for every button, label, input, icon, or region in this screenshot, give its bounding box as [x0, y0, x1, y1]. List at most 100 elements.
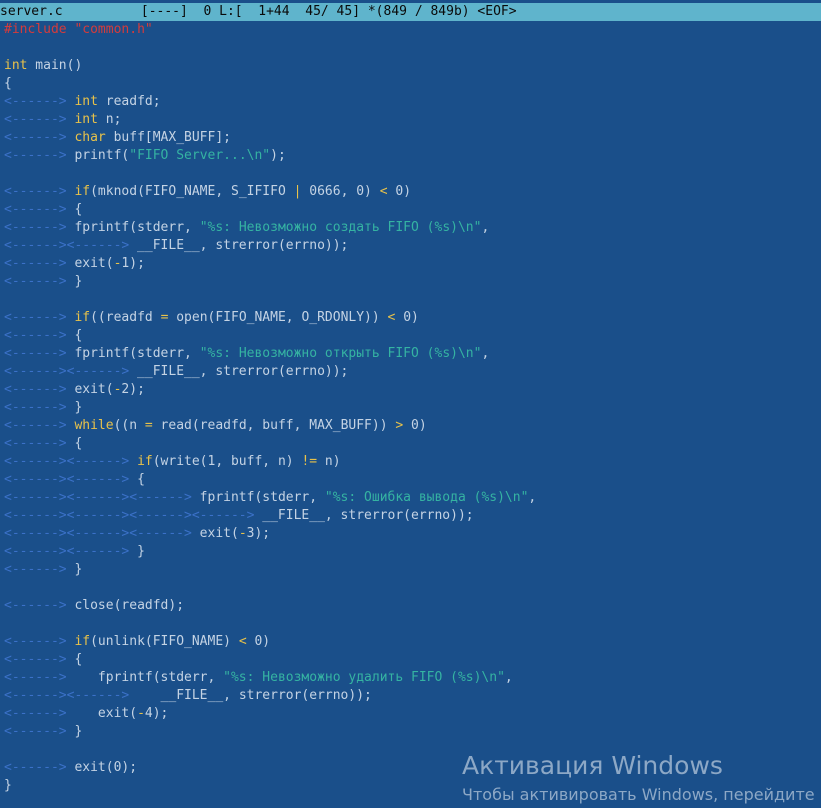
code-line[interactable] — [0, 39, 821, 57]
code-token: open(FIFO_NAME, O_RDONLY)) — [168, 310, 388, 325]
tab-marker: <------> — [4, 382, 75, 397]
code-line[interactable]: <------> } — [0, 723, 821, 741]
code-line[interactable]: #include "common.h" — [0, 21, 821, 39]
tab-marker: <------> — [4, 400, 75, 415]
tab-marker: <------> — [4, 310, 75, 325]
code-line[interactable]: <------> printf("FIFO Server...\n"); — [0, 147, 821, 165]
code-line[interactable]: <------> fprintf(stderr, "%s: Невозможно… — [0, 669, 821, 687]
code-token: (unlink(FIFO_NAME) — [90, 634, 239, 649]
code-line[interactable]: <------> exit(-1); — [0, 255, 821, 273]
code-token: if — [137, 454, 153, 469]
tab-marker: <------> — [4, 724, 75, 739]
code-editor[interactable]: #include "common.h" int main(){<------> i… — [0, 21, 821, 807]
code-token: } — [74, 724, 83, 739]
code-token: 0666, 0) — [301, 184, 380, 199]
tab-marker: <------> — [4, 670, 98, 685]
tab-marker: <------> — [4, 256, 75, 271]
code-token: < — [238, 634, 247, 649]
code-line[interactable] — [0, 741, 821, 759]
code-line[interactable]: <------><------> if(write(1, buff, n) !=… — [0, 453, 821, 471]
tab-marker: <------> — [4, 130, 75, 145]
code-token: fprintf(stderr, — [199, 490, 325, 505]
code-line[interactable] — [0, 579, 821, 597]
code-line[interactable]: <------> exit(-2); — [0, 381, 821, 399]
tab-marker: <------><------> — [4, 238, 130, 253]
tab-marker: <------> — [4, 220, 75, 235]
code-line[interactable]: <------> fprintf(stderr, "%s: Невозможно… — [0, 219, 821, 237]
code-token: ((n — [113, 418, 145, 433]
tab-marker: <------><------><------> — [4, 526, 200, 541]
code-token: main — [27, 58, 67, 73]
code-token: { — [74, 202, 83, 217]
code-token: close(readfd); — [74, 598, 185, 613]
tab-marker: <------><------> — [4, 454, 138, 469]
code-line[interactable]: <------> char buff[MAX_BUFF]; — [0, 129, 821, 147]
code-line[interactable]: <------> close(readfd); — [0, 597, 821, 615]
code-line[interactable]: <------> exit(0); — [0, 759, 821, 777]
tab-marker: <------> — [4, 706, 98, 721]
code-line[interactable]: <------><------><------> fprintf(stderr,… — [0, 489, 821, 507]
code-token: n) — [317, 454, 341, 469]
code-line[interactable]: <------> if(mknod(FIFO_NAME, S_IFIFO | 0… — [0, 183, 821, 201]
code-line[interactable]: <------> if(unlink(FIFO_NAME) < 0) — [0, 633, 821, 651]
code-line[interactable]: <------> { — [0, 651, 821, 669]
code-line[interactable]: <------><------><------><------> __FILE_… — [0, 507, 821, 525]
code-token: () — [66, 58, 83, 73]
tab-marker: <------> — [4, 562, 75, 577]
code-line[interactable]: <------> { — [0, 327, 821, 345]
tab-marker: <------><------><------><------> — [4, 508, 263, 523]
code-line[interactable]: <------> int n; — [0, 111, 821, 129]
code-line[interactable]: <------><------> { — [0, 471, 821, 489]
code-line[interactable] — [0, 291, 821, 309]
code-token: char — [74, 130, 106, 145]
code-token: = — [144, 418, 153, 433]
tab-marker: <------> — [4, 328, 75, 343]
code-token: exit( — [199, 526, 239, 541]
code-token: 0) — [395, 310, 419, 325]
code-token: __FILE__, strerror(errno)); — [129, 238, 349, 253]
tab-marker: <------> — [4, 436, 75, 451]
code-line[interactable]: <------> int readfd; — [0, 93, 821, 111]
code-line[interactable]: <------> if((readfd = open(FIFO_NAME, O_… — [0, 309, 821, 327]
code-line[interactable]: <------> } — [0, 273, 821, 291]
code-token: #include — [4, 22, 75, 37]
tab-marker: <------> — [4, 202, 75, 217]
code-line[interactable]: <------> exit(-4); — [0, 705, 821, 723]
code-line[interactable]: <------> { — [0, 201, 821, 219]
code-line[interactable]: <------><------> __FILE__, strerror(errn… — [0, 237, 821, 255]
code-line[interactable]: <------><------> } — [0, 543, 821, 561]
code-line[interactable]: { — [0, 75, 821, 93]
code-line[interactable]: <------><------> __FILE__, strerror(errn… — [0, 363, 821, 381]
code-token: 0) — [246, 634, 271, 649]
code-line[interactable] — [0, 615, 821, 633]
tab-marker: <------><------> — [4, 544, 138, 559]
code-token: fprintf(stderr, — [74, 346, 200, 361]
tab-marker: <------> — [4, 148, 75, 163]
code-token: } — [74, 400, 83, 415]
tab-marker: <------><------> — [4, 688, 161, 703]
code-line[interactable]: <------> fprintf(stderr, "%s: Невозможно… — [0, 345, 821, 363]
code-line[interactable] — [0, 165, 821, 183]
code-line[interactable]: <------><------> __FILE__, strerror(errn… — [0, 687, 821, 705]
code-token: __FILE__, strerror(errno)); — [160, 688, 372, 703]
code-token: } — [74, 274, 83, 289]
code-line[interactable]: int main() — [0, 57, 821, 75]
code-line[interactable]: } — [0, 777, 821, 795]
code-token: { — [74, 652, 83, 667]
code-token: < — [379, 184, 388, 199]
code-line[interactable]: <------> { — [0, 435, 821, 453]
code-token: , — [504, 670, 513, 685]
code-token: if — [74, 634, 91, 649]
code-token: 4); — [144, 706, 169, 721]
code-line[interactable]: <------> } — [0, 399, 821, 417]
tab-marker: <------> — [4, 634, 75, 649]
code-line[interactable]: <------> } — [0, 561, 821, 579]
code-token: while — [74, 418, 114, 433]
code-line[interactable]: <------> while((n = read(readfd, buff, M… — [0, 417, 821, 435]
code-line[interactable]: <------><------><------> exit(-3); — [0, 525, 821, 543]
code-token: (write(1, buff, n) — [152, 454, 302, 469]
tab-marker: <------><------><------> — [4, 490, 200, 505]
code-token: exit(0); — [74, 760, 138, 775]
tab-marker: <------> — [4, 346, 75, 361]
code-token: , — [481, 346, 490, 361]
